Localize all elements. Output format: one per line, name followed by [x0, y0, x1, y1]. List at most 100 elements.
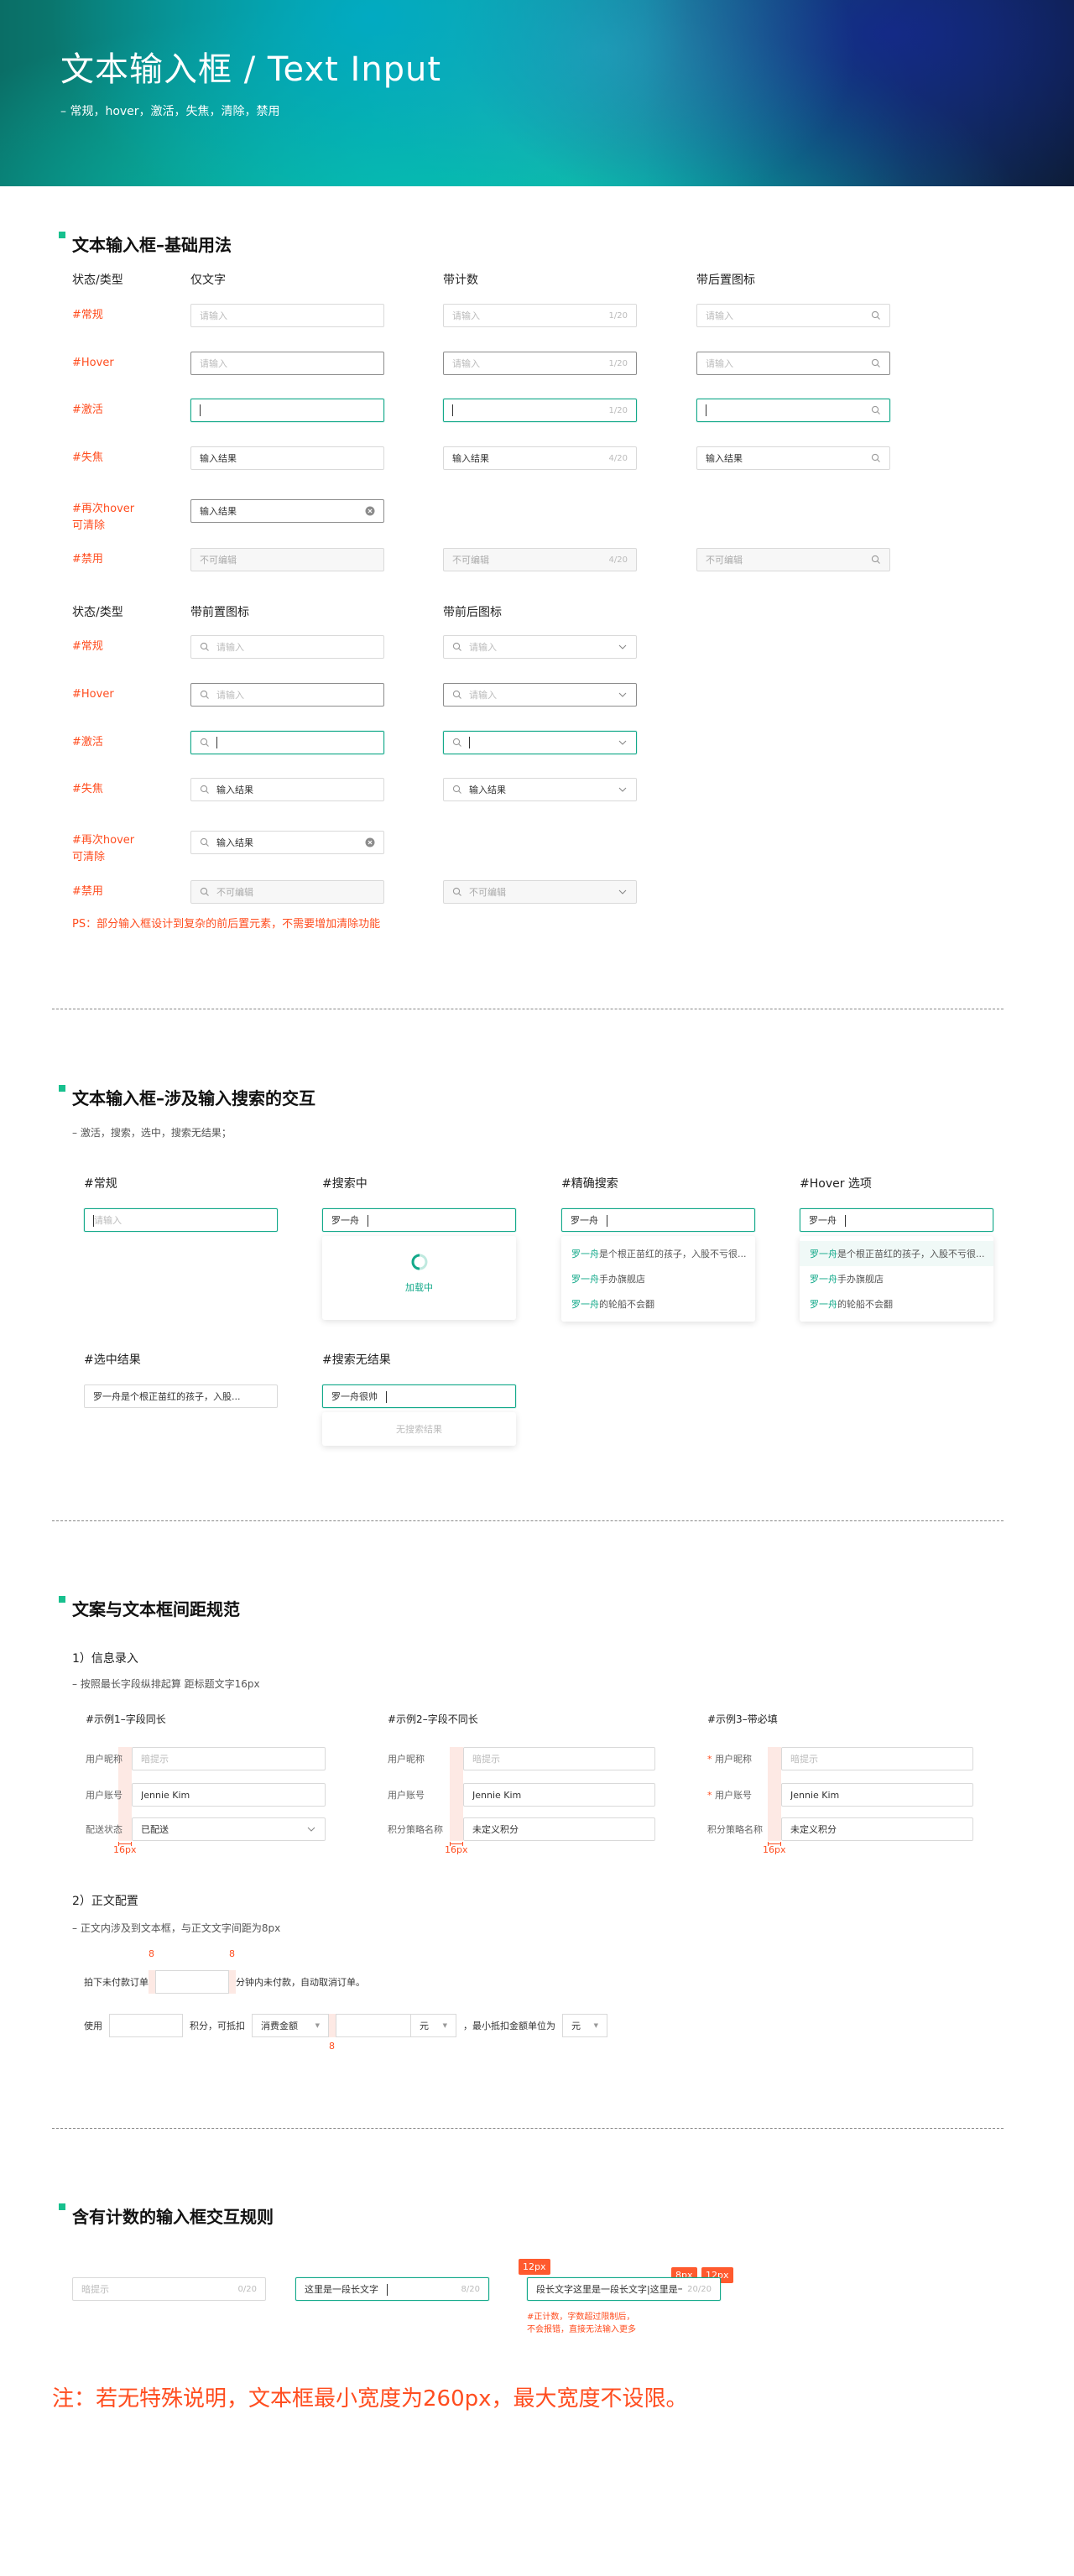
empty-text: 无搜索结果	[396, 1424, 442, 1435]
loading-panel: 加载中	[322, 1236, 516, 1320]
row-label: #激活	[72, 736, 103, 748]
form-input[interactable]: Jennie Kim	[781, 1783, 973, 1807]
match-highlight: 罗一舟	[571, 1249, 599, 1259]
form-input[interactable]: Jennie Kim	[132, 1783, 326, 1807]
text-caret	[387, 2284, 388, 2296]
text-input[interactable]	[443, 731, 637, 754]
form-input[interactable]: 已配送	[132, 1817, 326, 1841]
min-unit-select[interactable]: 元 ▼	[562, 2014, 607, 2037]
required-asterisk: *	[707, 1754, 715, 1765]
amount-type-select[interactable]: 消费金额 ▼	[252, 2014, 329, 2037]
input-text	[216, 737, 375, 748]
unit-select[interactable]: 元 ▼	[411, 2014, 456, 2037]
ps-note: PS：部分输入框设计到复杂的前后置元素，不需要增加清除功能	[72, 918, 381, 931]
suggestion-text: 的轮船不会翻	[837, 1299, 893, 1310]
search-icon	[871, 358, 881, 368]
input-value: 罗一舟很帅	[331, 1391, 378, 1402]
row-label: #Hover	[72, 357, 114, 369]
footer-note: 注：若无特殊说明，文本框最小宽度为260px，最大宽度不设限。	[52, 2386, 688, 2412]
form-input[interactable]: 未定义积分	[781, 1817, 973, 1841]
search-input[interactable]: 罗一舟	[561, 1208, 755, 1232]
text-input[interactable]: 输入结果	[190, 831, 384, 854]
form-input[interactable]: 未定义积分	[463, 1817, 655, 1841]
search-input[interactable]: 罗一舟是个根正苗红的孩子，入股...	[84, 1384, 278, 1408]
text-input[interactable]: 请输入	[190, 683, 384, 707]
form-input[interactable]: Jennie Kim	[463, 1783, 655, 1807]
char-counter: 4/20	[608, 453, 628, 463]
form-input[interactable]: 暗提示	[132, 1747, 326, 1770]
text-input[interactable]: 请输入 1/20	[443, 352, 637, 375]
suggestion-item[interactable]: 罗一舟 的轮船不会翻	[561, 1291, 755, 1317]
text-input[interactable]	[696, 399, 890, 422]
suggestion-item[interactable]: 罗一舟 是个根正苗红的孩子，入股不亏很...	[800, 1241, 993, 1266]
row-label: #禁用	[72, 885, 103, 898]
text-input[interactable]: 请输入	[696, 304, 890, 327]
text-input[interactable]: 请输入	[190, 304, 384, 327]
clear-icon[interactable]	[365, 837, 375, 847]
minutes-input[interactable]	[155, 1970, 229, 1994]
suggestion-item[interactable]: 罗一舟 手办旗舰店	[561, 1266, 755, 1291]
input-text: 请输入	[216, 640, 375, 654]
input-placeholder: 请输入	[216, 642, 244, 653]
search-icon	[200, 690, 210, 700]
suggestion-item[interactable]: 罗一舟 手办旗舰店	[800, 1266, 993, 1291]
counter-input[interactable]: 段长文字这里是一段长文字|这里是一段 20/20	[527, 2277, 721, 2301]
input-text: 请输入	[469, 640, 618, 654]
suggestion-item[interactable]: 罗一舟 是个根正苗红的孩子，入股不亏很...	[561, 1241, 755, 1266]
input-value: 罗一舟	[331, 1215, 359, 1226]
points-input[interactable]	[109, 2014, 183, 2037]
input-text: 暗提示	[472, 1752, 646, 1765]
suggestion-item[interactable]: 罗一舟 的轮船不会翻	[800, 1291, 993, 1317]
text-input[interactable]: 请输入 1/20	[443, 304, 637, 327]
form-input[interactable]: 暗提示	[781, 1747, 973, 1770]
row-label: #再次hover 可清除	[72, 834, 135, 863]
clear-icon[interactable]	[365, 506, 375, 516]
input-value: 输入结果	[469, 785, 506, 795]
section-subtitle: – 激活，搜索，选中，搜索无结果；	[72, 1127, 232, 1139]
search-input[interactable]: 罗一舟很帅	[322, 1384, 516, 1408]
input-text: 不可编辑	[200, 553, 375, 566]
text-input[interactable]: 请输入	[190, 352, 384, 375]
input-text: 请输入	[200, 309, 375, 322]
example-title: #示例3–带必填	[707, 1713, 778, 1725]
amount-input[interactable]	[336, 2014, 411, 2037]
search-input[interactable]: 罗一舟	[800, 1208, 993, 1232]
text-input[interactable]: 请输入	[443, 683, 637, 707]
row-label: #常规	[72, 309, 103, 321]
text-input[interactable]: 输入结果	[190, 446, 384, 470]
text-input[interactable]: 输入结果 4/20	[443, 446, 637, 470]
text-input[interactable]: 输入结果	[443, 778, 637, 801]
input-text: 未定义积分	[790, 1822, 964, 1836]
form-input[interactable]: 暗提示	[463, 1747, 655, 1770]
text-caret	[845, 1215, 846, 1227]
text-input[interactable]	[190, 399, 384, 422]
counter-input[interactable]: 暗提示 0/20	[72, 2277, 266, 2301]
input-value: 罗一舟	[571, 1215, 598, 1226]
text-input[interactable]: 1/20	[443, 399, 637, 422]
field-label-text: 配送状态	[86, 1824, 123, 1835]
text-input[interactable]	[190, 731, 384, 754]
example-title: #示例2–字段不同长	[388, 1713, 478, 1725]
input-value: 未定义积分	[472, 1824, 519, 1835]
input-value: 输入结果	[706, 453, 743, 464]
text-input[interactable]: 输入结果	[696, 446, 890, 470]
input-placeholder: 请输入	[706, 310, 733, 321]
field-label-text: 用户昵称	[86, 1754, 123, 1765]
loading-spinner-icon	[322, 1236, 516, 1274]
text-input: 不可编辑	[696, 548, 890, 571]
measure-bar	[450, 1842, 463, 1846]
text-input[interactable]: 请输入	[443, 635, 637, 659]
search-input[interactable]: 罗一舟	[322, 1208, 516, 1232]
search-icon	[871, 453, 881, 463]
measure-tag-left-padding: 12px	[519, 2259, 550, 2275]
text-input[interactable]: 请输入	[190, 635, 384, 659]
field-label-text: 用户账号	[388, 1790, 425, 1801]
input-value: 不可编辑	[200, 555, 237, 566]
text-input[interactable]: 输入结果	[190, 499, 384, 523]
text-input[interactable]: 请输入	[696, 352, 890, 375]
match-highlight: 罗一舟	[810, 1249, 837, 1259]
text-input[interactable]: 输入结果	[190, 778, 384, 801]
field-label-text: 用户昵称	[715, 1754, 752, 1765]
search-input[interactable]: 请输入	[84, 1208, 278, 1232]
counter-input[interactable]: 这里是一段长文字 8/20	[295, 2277, 489, 2301]
